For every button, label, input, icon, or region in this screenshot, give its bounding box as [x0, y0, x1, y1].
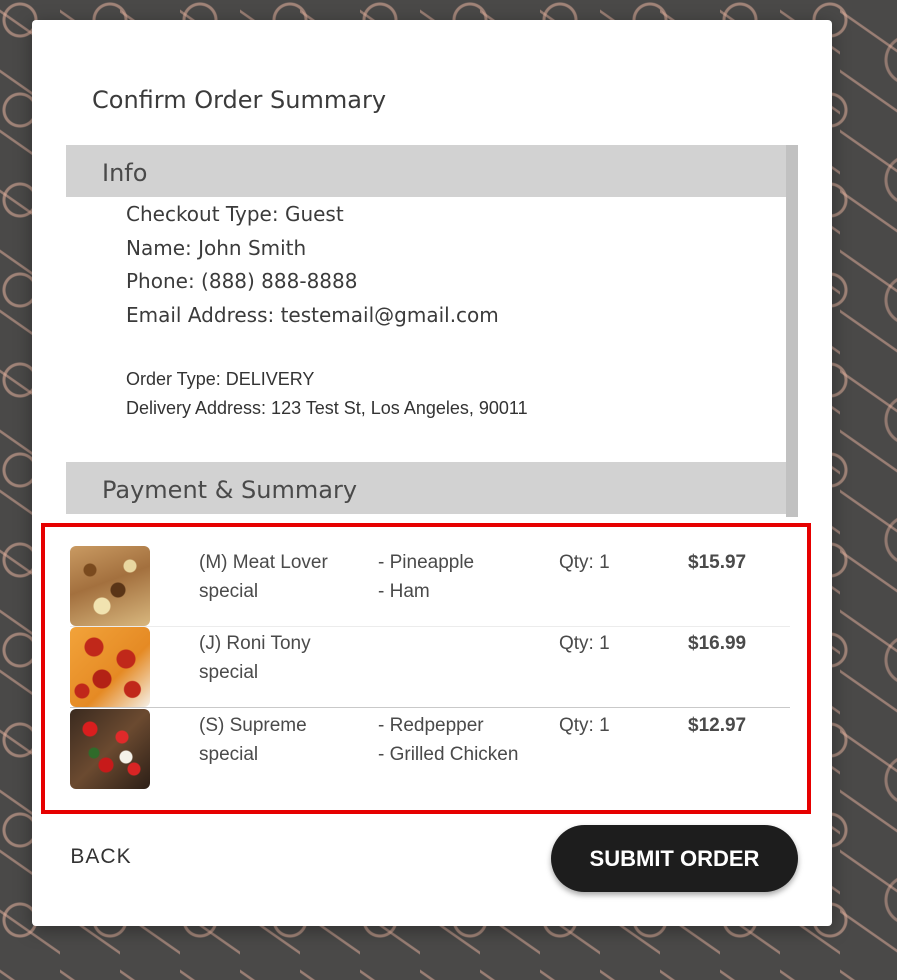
dialog-title: Confirm Order Summary: [92, 86, 387, 114]
order-item-row: (J) Roni Tony special Qty: 1 $16.99: [70, 627, 790, 708]
payment-summary-section-header: Payment & Summary: [66, 462, 786, 514]
customer-name-text: Name: John Smith: [126, 236, 307, 260]
back-button[interactable]: BACK: [56, 823, 146, 890]
item-topping: - Redpepper: [378, 715, 484, 736]
info-section-header: Info: [66, 145, 786, 197]
item-name: (J) Roni Tony special: [199, 633, 311, 683]
supreme-pizza-image: [70, 709, 150, 789]
item-price: $16.99: [688, 633, 747, 654]
item-toppings: - Redpepper - Grilled Chicken: [378, 711, 548, 769]
order-items-list: (M) Meat Lover special - Pineapple - Ham…: [41, 523, 811, 814]
item-topping: - Grilled Chicken: [378, 744, 519, 765]
scrollbar-thumb[interactable]: [786, 145, 798, 517]
item-quantity: Qty: 1: [559, 552, 610, 573]
order-type-text: Order Type: DELIVERY: [126, 369, 315, 389]
meat-lover-pizza-image: [70, 546, 150, 626]
item-price: $12.97: [688, 715, 747, 736]
item-topping: - Pineapple: [378, 552, 475, 573]
phone-text: Phone: (888) 888-8888: [126, 269, 358, 293]
delivery-address-text: Delivery Address: 123 Test St, Los Angel…: [126, 398, 528, 418]
item-price: $15.97: [688, 552, 747, 573]
order-item-row: (M) Meat Lover special - Pineapple - Ham…: [70, 546, 790, 627]
item-name: (S) Supreme special: [199, 715, 307, 765]
item-name: (M) Meat Lover special: [199, 552, 328, 602]
item-quantity: Qty: 1: [559, 715, 610, 736]
submit-order-button[interactable]: SUBMIT ORDER: [551, 825, 798, 892]
pepperoni-pizza-image: [70, 627, 150, 707]
item-toppings: - Pineapple - Ham: [378, 548, 548, 606]
item-topping: - Ham: [378, 581, 430, 602]
order-details-scroll-area[interactable]: Info Checkout Type: Guest Name: John Smi…: [66, 145, 798, 517]
order-item-row: (S) Supreme special - Redpepper - Grille…: [70, 709, 790, 790]
checkout-type-text: Checkout Type: Guest: [126, 202, 344, 226]
email-text: Email Address: testemail@gmail.com: [126, 303, 499, 327]
item-quantity: Qty: 1: [559, 633, 610, 654]
